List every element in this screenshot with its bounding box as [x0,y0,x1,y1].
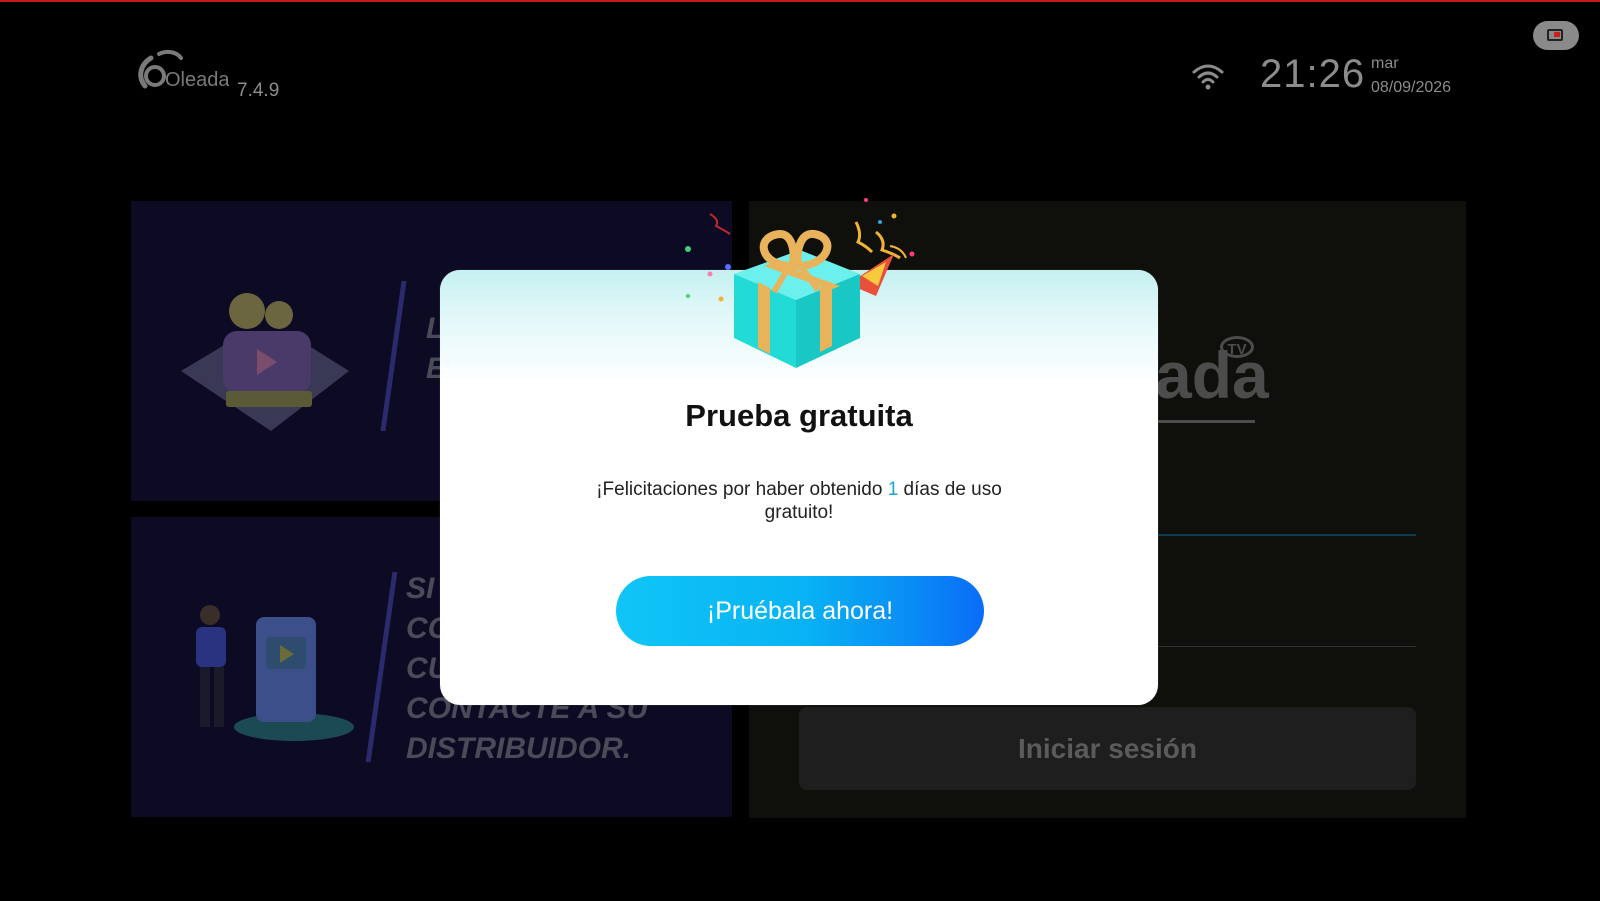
promo-divider-bar [365,572,398,762]
login-brand-logo: ada [1155,338,1269,412]
dialog-message: ¡Felicitaciones por haber obtenido 1 día… [570,478,1028,524]
svg-text:Oleada: Oleada [165,69,229,91]
message-prefix: ¡Felicitaciones por haber obtenido [596,479,888,500]
try-now-button[interactable]: ¡Pruébala ahora! [616,576,984,646]
cast-button[interactable] [1533,21,1579,50]
password-field[interactable] [1158,646,1416,647]
top-accent-line [0,0,1600,2]
dialog-title: Prueba gratuita [685,398,913,433]
movie-projector-illustration [181,293,349,431]
trial-days: 1 [887,479,899,500]
promo-bottom-line-5: DISTRIBUIDOR. [406,732,631,765]
wifi-icon [1192,62,1224,90]
login-button[interactable]: Iniciar sesión [799,707,1416,790]
oleada-logo: Oleada [137,46,230,94]
username-field[interactable] [1158,534,1416,536]
clock-weekday: mar [1371,55,1399,72]
app-version: 7.4.9 [237,80,280,101]
promo-bottom-line-1: SI [406,572,435,605]
gift-icon [680,196,920,372]
promo-divider-bar [380,281,407,431]
login-brand-tv-badge: TV [1220,336,1254,358]
login-brand-underline [1155,420,1255,423]
clock-date: 08/09/2026 [1371,79,1452,96]
clock-time: 21:26 [1260,52,1366,96]
person-phone-illustration [196,605,354,741]
cast-icon [1547,29,1563,41]
